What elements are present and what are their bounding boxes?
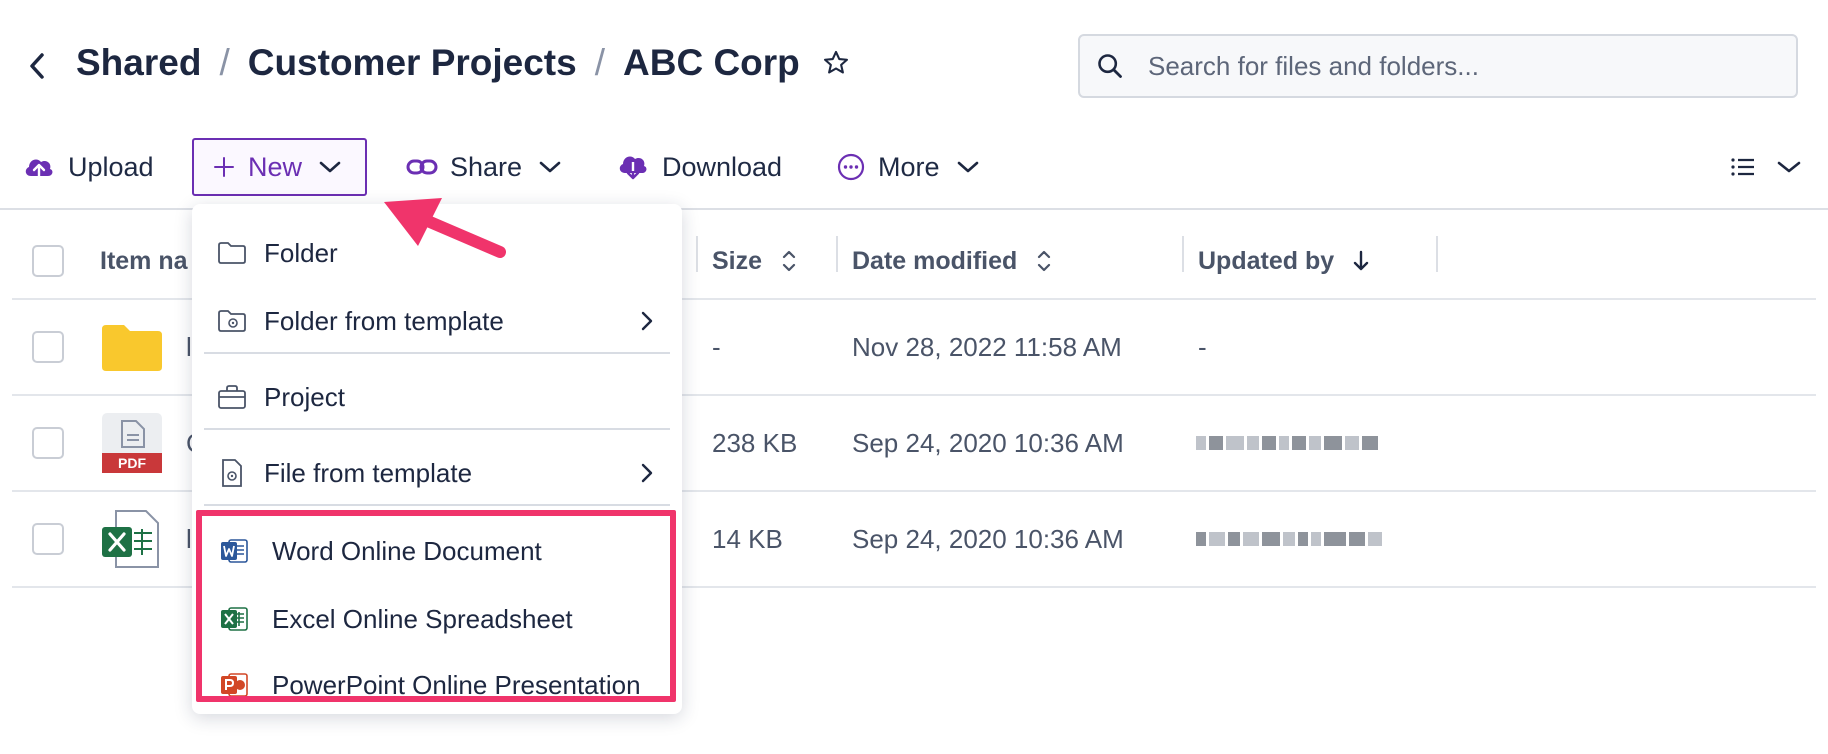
menu-item-file-from-template[interactable]: File from template — [192, 442, 682, 504]
back-button[interactable] — [22, 48, 52, 84]
cloud-download-icon — [616, 151, 650, 183]
file-size: 14 KB — [712, 523, 783, 554]
folder-icon — [100, 300, 164, 394]
file-updated-by-redacted — [1196, 492, 1385, 586]
column-divider — [836, 236, 838, 272]
highlight-box — [196, 510, 676, 702]
menu-item-project[interactable]: Project — [192, 366, 682, 428]
column-date-label: Date modified — [852, 246, 1018, 275]
toolbar: Upload New Share Download More — [0, 138, 1828, 198]
list-view-icon — [1730, 156, 1756, 178]
column-divider — [1436, 236, 1438, 272]
folder-template-icon — [214, 309, 250, 333]
breadcrumb: Shared / Customer Projects / ABC Corp — [76, 42, 852, 84]
file-date: Sep 24, 2020 10:36 AM — [852, 427, 1124, 458]
chevron-down-icon — [1776, 159, 1802, 175]
share-label: Share — [450, 151, 523, 182]
pdf-badge-label: PDF — [118, 455, 146, 471]
header: Shared / Customer Projects / ABC Corp — [0, 0, 1828, 120]
pdf-icon: PDF — [100, 396, 164, 490]
new-label: New — [248, 151, 303, 182]
column-updated-by[interactable]: Updated by — [1198, 222, 1370, 300]
file-size: 238 KB — [712, 427, 798, 458]
column-date-modified[interactable]: Date modified — [852, 222, 1053, 300]
star-icon[interactable] — [822, 48, 852, 78]
file-date: Sep 24, 2020 10:36 AM — [852, 523, 1124, 554]
column-item-name[interactable]: Item na — [100, 222, 188, 300]
download-label: Download — [662, 151, 783, 182]
sort-icon — [780, 248, 798, 274]
upload-label: Upload — [68, 151, 154, 182]
more-label: More — [878, 151, 940, 182]
menu-item-label: Folder — [264, 237, 338, 268]
file-date: Nov 28, 2022 11:58 AM — [852, 331, 1122, 362]
download-button[interactable]: Download — [616, 138, 782, 196]
more-button[interactable]: More — [836, 138, 980, 196]
row-checkbox[interactable] — [32, 300, 64, 394]
link-icon — [406, 156, 438, 178]
file-name[interactable]: l — [186, 492, 192, 586]
menu-item-label: File from template — [264, 457, 473, 488]
file-updated-by-redacted — [1196, 396, 1381, 490]
menu-separator — [204, 504, 670, 506]
file-name[interactable]: l — [186, 300, 192, 394]
menu-item-label: Folder from template — [264, 305, 504, 336]
new-button[interactable]: New — [192, 138, 367, 196]
menu-separator — [204, 428, 670, 430]
chevron-left-icon — [30, 53, 44, 79]
more-icon — [836, 152, 866, 182]
column-size-label: Size — [712, 246, 763, 275]
file-size: - — [712, 331, 721, 362]
upload-button[interactable]: Upload — [22, 138, 154, 196]
cloud-upload-icon — [22, 152, 56, 182]
column-size[interactable]: Size — [712, 222, 798, 300]
search-input[interactable] — [1140, 50, 1780, 82]
briefcase-icon — [214, 384, 250, 410]
column-divider — [1182, 236, 1184, 272]
column-updated-label: Updated by — [1198, 246, 1335, 275]
row-checkbox[interactable] — [32, 396, 64, 490]
chevron-down-icon — [956, 159, 980, 175]
folder-outline-icon — [214, 241, 250, 265]
plus-icon — [212, 155, 236, 179]
chevron-down-icon — [538, 159, 562, 175]
share-button[interactable]: Share — [406, 138, 562, 196]
excel-file-icon — [100, 492, 164, 586]
chevron-down-icon — [318, 159, 342, 175]
search-icon — [1080, 52, 1140, 80]
menu-item-folder-from-template[interactable]: Folder from template — [192, 290, 682, 352]
breadcrumb-shared[interactable]: Shared — [76, 42, 201, 84]
chevron-right-icon — [640, 310, 654, 332]
breadcrumb-separator: / — [594, 42, 605, 83]
column-divider — [696, 236, 698, 272]
breadcrumb-separator: / — [219, 42, 230, 83]
sort-icon — [1035, 248, 1053, 274]
breadcrumb-customer-projects[interactable]: Customer Projects — [248, 42, 577, 84]
search-box[interactable] — [1078, 34, 1798, 98]
sort-descending-icon — [1352, 248, 1370, 274]
menu-item-label: Project — [264, 381, 345, 412]
file-updated-by: - — [1198, 331, 1207, 362]
breadcrumb-current: ABC Corp — [623, 42, 800, 83]
file-template-icon — [214, 458, 250, 488]
select-all-checkbox[interactable] — [32, 222, 64, 300]
menu-separator — [204, 352, 670, 354]
view-switcher[interactable] — [1730, 138, 1802, 196]
row-checkbox[interactable] — [32, 492, 64, 586]
chevron-right-icon — [640, 462, 654, 484]
annotation-arrow-icon — [384, 198, 506, 258]
